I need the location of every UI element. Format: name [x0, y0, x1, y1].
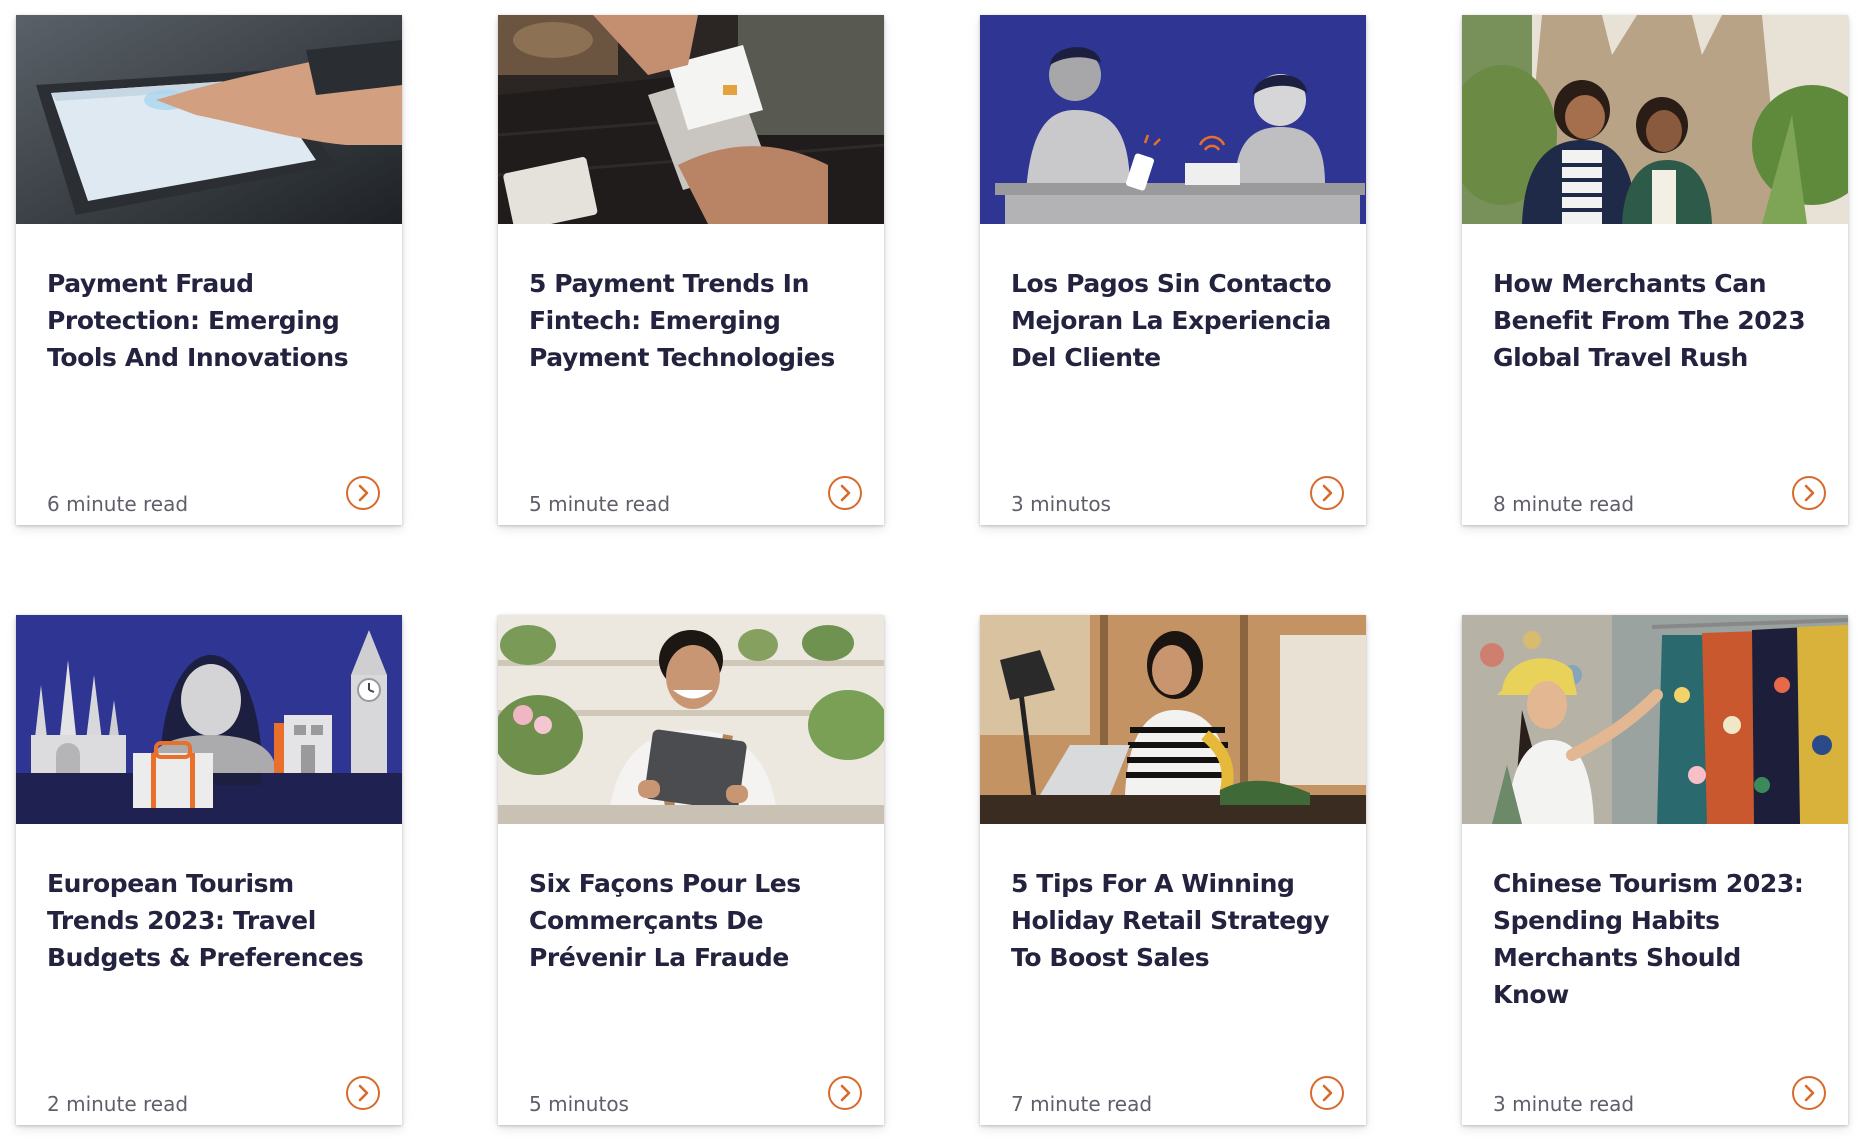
- article-card[interactable]: 5 Tips For A Winning Holiday Retail Stra…: [980, 615, 1366, 1125]
- article-thumbnail[interactable]: [498, 15, 884, 224]
- article-card[interactable]: Los Pagos Sin Contacto Mejoran La Experi…: [980, 15, 1366, 525]
- article-card[interactable]: Payment Fraud Protection: Emerging Tools…: [16, 15, 402, 525]
- article-thumbnail[interactable]: [1462, 15, 1848, 224]
- article-thumbnail[interactable]: [980, 15, 1366, 224]
- read-time: 6 minute read: [47, 492, 189, 516]
- chevron-right-icon[interactable]: [828, 476, 862, 510]
- article-card[interactable]: 5 Payment Trends In Fintech: Emerging Pa…: [498, 15, 884, 525]
- article-title[interactable]: 5 Tips For A Winning Holiday Retail Stra…: [1011, 865, 1341, 976]
- read-time: 7 minute read: [1011, 1092, 1153, 1116]
- article-thumbnail[interactable]: [1462, 615, 1848, 824]
- chevron-right-icon[interactable]: [346, 476, 380, 510]
- article-thumbnail[interactable]: [16, 615, 402, 824]
- article-title[interactable]: Chinese Tourism 2023: Spending Habits Me…: [1493, 865, 1823, 1013]
- article-card[interactable]: How Merchants Can Benefit From The 2023 …: [1462, 15, 1848, 525]
- article-title[interactable]: Six Façons Pour Les Commerçants De Préve…: [529, 865, 859, 976]
- article-title[interactable]: 5 Payment Trends In Fintech: Emerging Pa…: [529, 265, 859, 376]
- article-card-grid: Payment Fraud Protection: Emerging Tools…: [16, 15, 1848, 1125]
- article-thumbnail[interactable]: [980, 615, 1366, 824]
- article-title[interactable]: How Merchants Can Benefit From The 2023 …: [1493, 265, 1823, 376]
- article-card[interactable]: European Tourism Trends 2023: Travel Bud…: [16, 615, 402, 1125]
- article-card[interactable]: Chinese Tourism 2023: Spending Habits Me…: [1462, 615, 1848, 1125]
- chevron-right-icon[interactable]: [1792, 1076, 1826, 1110]
- read-time: 3 minutos: [1011, 492, 1111, 516]
- chevron-right-icon[interactable]: [1310, 1076, 1344, 1110]
- read-time: 8 minute read: [1493, 492, 1635, 516]
- article-title[interactable]: European Tourism Trends 2023: Travel Bud…: [47, 865, 377, 976]
- chevron-right-icon[interactable]: [346, 1076, 380, 1110]
- article-thumbnail[interactable]: [498, 615, 884, 824]
- read-time: 5 minute read: [529, 492, 671, 516]
- article-thumbnail[interactable]: [16, 15, 402, 224]
- chevron-right-icon[interactable]: [1310, 476, 1344, 510]
- read-time: 2 minute read: [47, 1092, 189, 1116]
- article-card[interactable]: Six Façons Pour Les Commerçants De Préve…: [498, 615, 884, 1125]
- article-title[interactable]: Payment Fraud Protection: Emerging Tools…: [47, 265, 377, 376]
- article-title[interactable]: Los Pagos Sin Contacto Mejoran La Experi…: [1011, 265, 1341, 376]
- chevron-right-icon[interactable]: [828, 1076, 862, 1110]
- read-time: 3 minute read: [1493, 1092, 1635, 1116]
- chevron-right-icon[interactable]: [1792, 476, 1826, 510]
- read-time: 5 minutos: [529, 1092, 629, 1116]
